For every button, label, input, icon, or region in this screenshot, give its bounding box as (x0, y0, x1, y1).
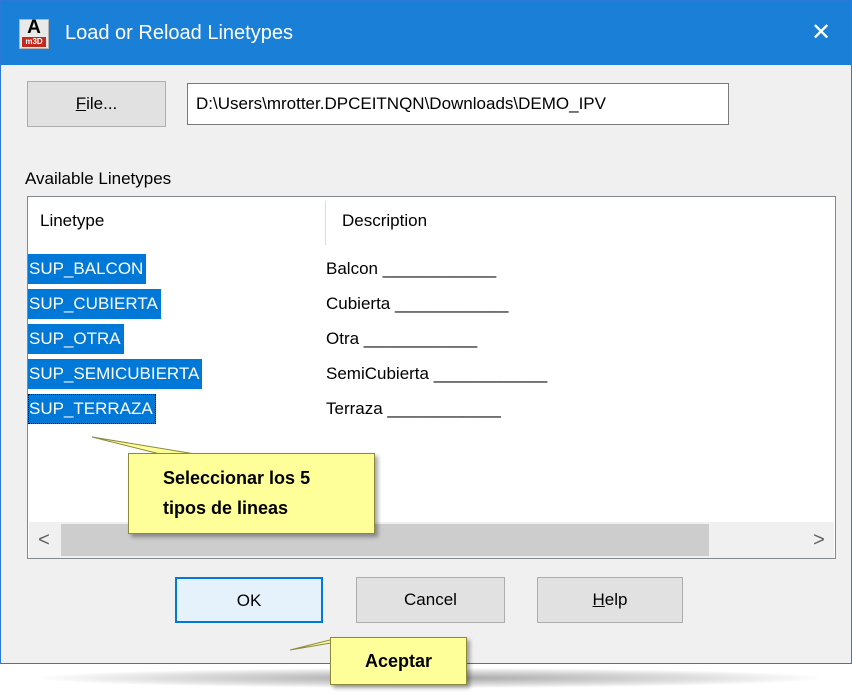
callout-select-pointer (91, 436, 196, 455)
callout-accept: Aceptar (330, 637, 467, 685)
callout-pointers (91, 436, 361, 651)
callout-select-line2: tipos de lineas (163, 498, 289, 518)
callout-select-line1: Seleccionar los 5 (163, 468, 311, 488)
callout-select-linetypes: Seleccionar los 5 tipos de lineas (128, 453, 375, 534)
